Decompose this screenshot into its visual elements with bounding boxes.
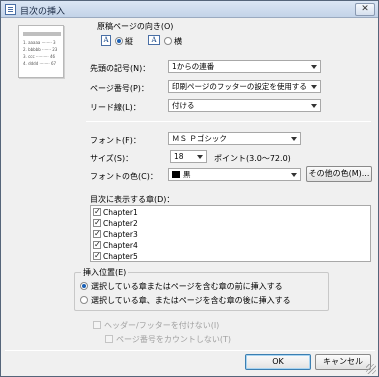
chevron-down-icon xyxy=(311,85,317,89)
font-color-select[interactable]: 黒 xyxy=(168,168,301,181)
close-button[interactable]: ✕ xyxy=(355,3,375,16)
font-select[interactable]: ＭＳ Ｐゴシック xyxy=(168,132,301,145)
page-number-label: ページ番号(P)： xyxy=(90,84,149,93)
chevron-down-icon xyxy=(311,104,317,108)
chapters-list: Chapter1 Chapter2 Chapter3 Chapter4 Chap… xyxy=(90,205,371,262)
font-color-value: 黒 xyxy=(183,170,191,179)
dialog-window: 目次の挿入 ✕ 1. aaaaa ········ 3 2. bbbbb ···… xyxy=(0,0,379,377)
no-header-footer-label: ヘッダー/フッターを付けない(I) xyxy=(104,321,220,330)
font-label: フォント(F)： xyxy=(90,136,141,145)
size-range-hint: ポイント(3.0〜72.0) xyxy=(214,154,291,163)
chevron-down-icon xyxy=(311,65,317,69)
leader-value: 付ける xyxy=(172,101,195,110)
chapter-label: Chapter5 xyxy=(103,252,138,261)
ok-button[interactable]: OK xyxy=(245,354,311,370)
chevron-down-icon xyxy=(291,137,297,141)
color-swatch xyxy=(172,171,180,178)
font-value: ＭＳ Ｐゴシック xyxy=(172,134,227,143)
preview-line: 4. dddd ········ 67 xyxy=(23,61,57,66)
portrait-label: 縦 xyxy=(125,37,133,46)
preview-title-bar xyxy=(23,32,61,36)
landscape-label: 横 xyxy=(174,37,182,46)
orientation-label: 原稿ページの向き(O) xyxy=(97,22,174,31)
no-count-pages-checkbox[interactable] xyxy=(105,335,113,343)
window-title: 目次の挿入 xyxy=(20,7,66,17)
chapter-checkbox[interactable] xyxy=(93,206,101,217)
toc-preview: 1. aaaaa ········ 3 2. bbbbb ······· 23 … xyxy=(18,25,64,78)
insert-position-group: 挿入位置(E) 選択している章またはページを含む章の前に挿入する 選択している章… xyxy=(74,267,329,311)
font-color-label: フォントの色(C)： xyxy=(90,172,158,181)
insert-before-radio[interactable] xyxy=(80,282,88,290)
chapter-label: Chapter3 xyxy=(103,230,138,239)
chapter-label: Chapter1 xyxy=(103,208,138,217)
chapter-label: Chapter4 xyxy=(103,241,138,250)
title-bar: 目次の挿入 ✕ xyxy=(1,1,378,18)
landscape-radio[interactable] xyxy=(164,37,172,45)
landscape-page-icon: A xyxy=(148,35,160,45)
no-count-pages-label: ページ番号をカウントしない(T) xyxy=(116,335,231,344)
leading-symbol-value: 1からの連番 xyxy=(172,62,215,71)
insert-position-label: 挿入位置(E) xyxy=(81,267,129,278)
chapter-checkbox[interactable] xyxy=(93,250,101,261)
page-number-select[interactable]: 印刷ページのフッターの設定を使用する xyxy=(168,80,321,93)
size-label: サイズ(S)： xyxy=(90,154,134,163)
leader-label: リード線(L)： xyxy=(90,103,141,112)
chapter-checkbox[interactable] xyxy=(93,228,101,239)
preview-line: 2. bbbbb ······· 23 xyxy=(23,47,58,52)
insert-before-label: 選択している章またはページを含む章の前に挿入する xyxy=(91,282,283,291)
portrait-radio[interactable] xyxy=(115,37,123,45)
chapter-checkbox[interactable] xyxy=(93,217,101,228)
leader-select[interactable]: 付ける xyxy=(168,99,321,112)
divider xyxy=(5,350,375,351)
size-value: 18 xyxy=(174,152,184,161)
divider xyxy=(86,121,371,122)
portrait-page-icon: A xyxy=(101,35,111,46)
document-icon xyxy=(5,4,16,15)
insert-after-label: 選択している章、またはページを含む章の後に挿入する xyxy=(91,296,291,305)
more-colors-button[interactable]: その他の色(M)... xyxy=(306,166,372,182)
resize-grip-icon[interactable] xyxy=(366,364,376,374)
preview-line: 3. ccc ·········· 46 xyxy=(23,54,56,59)
preview-line: 1. aaaaa ········ 3 xyxy=(23,40,56,45)
chevron-down-icon xyxy=(291,173,297,177)
no-header-footer-checkbox[interactable] xyxy=(93,321,101,329)
insert-after-radio[interactable] xyxy=(80,296,88,304)
chapter-label: Chapter2 xyxy=(103,219,138,228)
chapters-label: 目次に表示する章(D)： xyxy=(90,195,175,204)
chevron-down-icon xyxy=(197,155,203,159)
size-select[interactable]: 18 xyxy=(170,150,207,163)
leading-symbol-select[interactable]: 1からの連番 xyxy=(168,60,321,73)
page-number-value: 印刷ページのフッターの設定を使用する xyxy=(172,82,307,91)
leading-symbol-label: 先頭の記号(N)： xyxy=(90,64,151,73)
cancel-button[interactable]: キャンセル xyxy=(315,354,371,370)
chapter-checkbox[interactable] xyxy=(93,239,101,250)
